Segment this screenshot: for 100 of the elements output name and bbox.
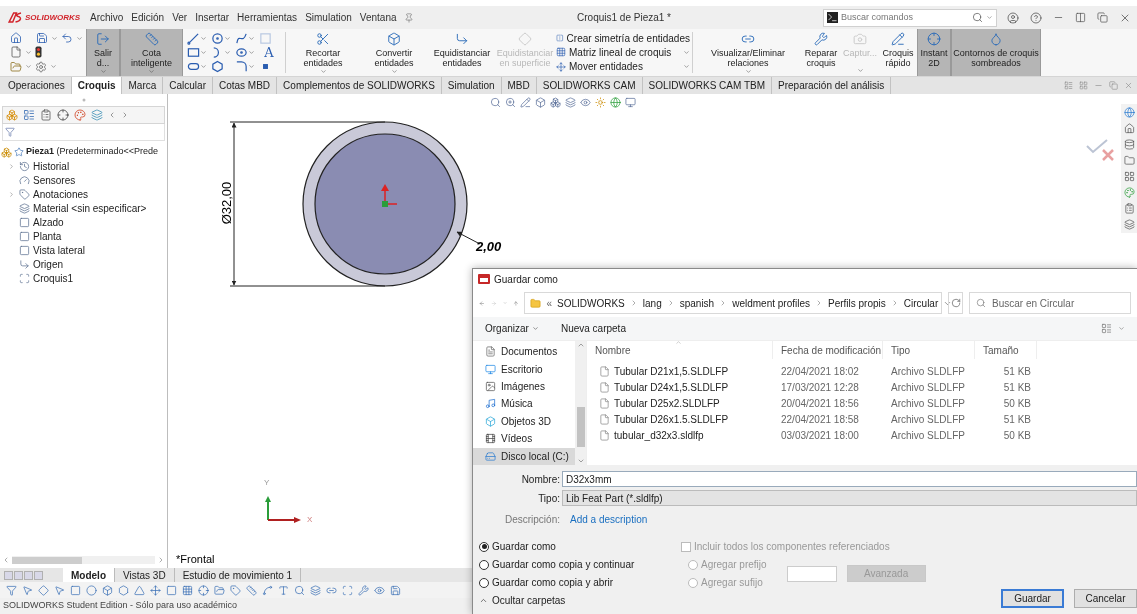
save-option[interactable]: Guardar como copia y continuar xyxy=(479,558,681,571)
caret-icon[interactable] xyxy=(50,63,57,71)
shaded-contours-button[interactable]: Contornos de croquis sombreados xyxy=(951,29,1041,76)
quick-sketch-button[interactable]: Croquis rápido xyxy=(879,29,917,76)
file-name[interactable]: Tubular D26x1.5.SLDLFP xyxy=(614,411,729,427)
text-tool-button[interactable]: A xyxy=(259,46,279,59)
radio-button[interactable] xyxy=(479,559,489,570)
menu-item[interactable]: Ver xyxy=(168,10,192,25)
zoom-in-icon[interactable] xyxy=(505,97,516,108)
scroll-left-icon[interactable] xyxy=(108,111,116,119)
check-and-cross-icon[interactable] xyxy=(1085,138,1115,162)
scroll-down-icon[interactable] xyxy=(576,457,585,465)
file-name[interactable]: Tubular D25x2.SLDLFP xyxy=(614,395,720,411)
triangle-icon[interactable] xyxy=(134,584,145,596)
monitor-icon[interactable] xyxy=(625,97,636,108)
diamond-icon[interactable] xyxy=(38,584,49,596)
repair-button[interactable]: Reparar croquis xyxy=(801,29,841,76)
caret-icon[interactable] xyxy=(744,68,752,75)
nav-item[interactable]: Documentos xyxy=(473,343,575,361)
tree-item[interactable]: Alzado xyxy=(0,215,167,229)
pencil-icon[interactable] xyxy=(520,97,531,108)
breadcrumb[interactable]: weldment profiles xyxy=(732,295,810,311)
ribbon-list-item[interactable]: Mover entidades xyxy=(556,61,690,73)
nav-item[interactable]: Disco local (C:) xyxy=(473,447,575,465)
ribbon-list-item[interactable]: Matriz lineal de croquis xyxy=(556,47,690,58)
rectangle-tool-icon[interactable] xyxy=(187,46,200,59)
menu-item[interactable]: Herramientas xyxy=(233,10,302,25)
search-bar[interactable]: Buscar comandos xyxy=(823,8,997,27)
home-icon[interactable] xyxy=(1123,123,1135,134)
add-description-link[interactable]: Add a description xyxy=(570,511,648,527)
hide-folders-button[interactable]: Ocultar carpetas xyxy=(479,593,566,608)
tree-item[interactable]: Vista lateral xyxy=(0,243,167,257)
radio-button[interactable] xyxy=(479,541,489,552)
filter-icon[interactable] xyxy=(6,584,17,596)
user-icon[interactable] xyxy=(1007,11,1019,24)
relations-button[interactable]: Visualizar/Eliminar relaciones xyxy=(695,29,801,76)
folder-icon[interactable] xyxy=(214,584,225,596)
save-option[interactable]: Guardar como copia y abrir xyxy=(479,576,681,589)
tree-item[interactable]: Historial xyxy=(0,159,167,173)
restore-icon[interactable] xyxy=(1109,81,1118,90)
globe-icon[interactable] xyxy=(610,97,621,108)
frame-icon[interactable] xyxy=(342,584,353,596)
smart-dimension-button[interactable]: Cota inteligente xyxy=(120,29,183,76)
open-folder-icon[interactable] xyxy=(10,60,22,73)
search-icon[interactable] xyxy=(490,97,501,108)
crosshair-icon[interactable] xyxy=(198,584,209,596)
menu-item[interactable]: Ventana xyxy=(355,10,401,25)
cubes-icon[interactable] xyxy=(6,109,18,121)
tree-item[interactable]: Croquis1 xyxy=(0,271,167,285)
menu-item[interactable]: Insertar xyxy=(191,10,234,25)
caret-icon[interactable] xyxy=(986,14,993,21)
cube-icon[interactable] xyxy=(102,584,113,596)
pointer-icon[interactable] xyxy=(22,584,33,596)
grid-icon[interactable] xyxy=(1123,171,1135,182)
offset-button[interactable]: Equidistanciar entidades xyxy=(430,29,494,76)
layers-icon[interactable] xyxy=(565,97,576,108)
nav-item[interactable]: Objetos 3D xyxy=(473,412,575,431)
panel-left-icon[interactable] xyxy=(1064,81,1073,90)
eye-icon[interactable] xyxy=(374,584,385,596)
nav-item[interactable]: Imágenes xyxy=(473,377,575,396)
tree-item[interactable]: Planta xyxy=(0,229,167,243)
crosshair-icon[interactable] xyxy=(57,109,69,121)
move-icon[interactable] xyxy=(150,584,161,596)
tree-item[interactable]: Material <sin especificar> xyxy=(0,201,167,215)
fillet-tool-icon[interactable] xyxy=(235,59,248,73)
scrollbar-thumb[interactable] xyxy=(12,556,82,564)
refresh-button[interactable] xyxy=(948,292,963,314)
column-header[interactable]: Nombre xyxy=(587,341,773,359)
breadcrumb[interactable]: spanish xyxy=(679,295,715,311)
grid-icon[interactable] xyxy=(182,584,193,596)
caret-icon[interactable] xyxy=(319,68,327,75)
hexagon-icon[interactable] xyxy=(118,584,129,596)
search-bar[interactable]: Buscar en Circular xyxy=(969,292,1131,314)
scrollbar[interactable] xyxy=(12,556,155,564)
sun-icon[interactable] xyxy=(595,97,606,108)
save-button[interactable]: Guardar xyxy=(1001,589,1064,608)
undo-icon[interactable] xyxy=(61,32,73,45)
breadcrumb[interactable]: Perfils propis xyxy=(828,295,886,311)
globe-icon[interactable] xyxy=(1123,107,1135,118)
search-field[interactable]: Buscar comandos xyxy=(841,10,969,25)
eye-icon[interactable] xyxy=(580,97,591,108)
caret-icon[interactable] xyxy=(99,68,107,75)
ribbon-list-item[interactable]: Crear simetría de entidades xyxy=(556,32,690,44)
home-icon[interactable] xyxy=(10,32,22,45)
palette-icon[interactable] xyxy=(1123,187,1135,198)
column-header[interactable]: Tamaño xyxy=(975,341,1037,359)
clipboard-icon[interactable] xyxy=(1123,203,1135,214)
filter-icon[interactable] xyxy=(5,127,15,137)
command-tab[interactable]: Croquis xyxy=(71,77,123,94)
scroll-right-icon[interactable] xyxy=(121,111,129,119)
wrench-icon[interactable] xyxy=(358,584,369,596)
folder-icon[interactable] xyxy=(1123,155,1135,166)
tree-item[interactable]: Pieza1 (Predeterminado<<Prede xyxy=(0,145,167,159)
menu-item[interactable]: Edición xyxy=(127,10,169,25)
help-icon[interactable] xyxy=(1030,11,1042,24)
scrollbar-thumb[interactable] xyxy=(576,407,585,447)
tag-icon[interactable] xyxy=(230,584,241,596)
square-icon[interactable] xyxy=(70,584,81,596)
breadcrumb[interactable]: Circular xyxy=(903,295,939,311)
organize-button[interactable]: Organizar xyxy=(485,321,539,336)
